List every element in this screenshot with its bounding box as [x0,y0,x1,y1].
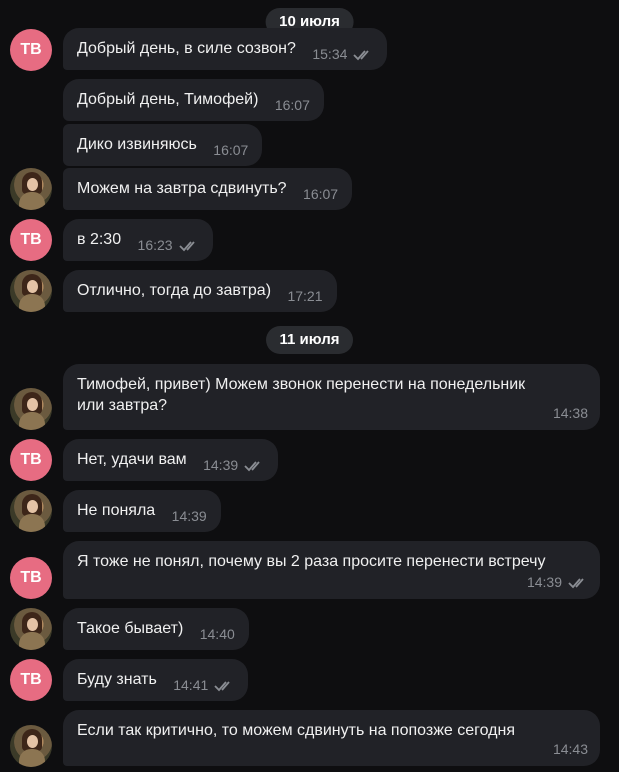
avatar-tb[interactable]: ТВ [10,439,52,481]
message-bubble[interactable]: Отлично, тогда до завтра) 17:21 [63,270,337,312]
message-text: Я тоже не понял, почему вы 2 раза просит… [77,553,546,570]
message-bubble[interactable]: Нет, удачи вам 14:39 [63,439,279,481]
message-bubble[interactable]: Добрый день, в силе созвон? 15:34 [63,28,388,70]
message-bubble[interactable]: Не поняла 14:39 [63,490,221,532]
message-bubble[interactable]: Буду знать 14:41 [63,659,249,701]
message-time: 14:43 [552,741,588,757]
message-time: 16:07 [274,97,310,113]
message-text: Добрый день, в силе созвон? [77,40,296,57]
message-time: 14:39 [203,457,239,473]
double-check-icon [214,681,230,692]
double-check-icon [353,50,370,61]
message-time: 17:21 [287,288,323,304]
message-time: 14:40 [199,626,235,642]
message-text: Такое бывает) [77,620,184,637]
message-text: Можем на завтра сдвинуть? [77,180,287,197]
message-text: Дико извиняюсь [77,136,197,153]
avatar-photo[interactable] [10,168,52,210]
message-time: 14:39 [171,508,207,524]
avatar-tb[interactable]: ТВ [10,557,52,599]
message-bubble[interactable]: Если так критично, то можем сдвинуть на … [63,710,600,766]
avatar-photo[interactable] [10,388,52,430]
message-text: Отлично, тогда до завтра) [77,282,272,299]
avatar-tb[interactable]: ТВ [10,659,52,701]
message-time: 16:07 [213,142,249,158]
message-text: Нет, удачи вам [77,451,187,468]
message-time: 14:38 [552,405,588,421]
message-bubble[interactable]: Добрый день, Тимофей) 16:07 [63,79,324,121]
date-separator: 11 июля [265,326,354,354]
message-time: 14:39 [526,574,562,590]
message-time: 16:07 [303,186,339,202]
message-bubble[interactable]: Тимофей, привет) Можем звонок перенести … [63,364,600,430]
message-text: Тимофей, привет) Можем звонок перенести … [77,376,526,414]
avatar-photo[interactable] [10,608,52,650]
avatar-photo[interactable] [10,490,52,532]
message-bubble[interactable]: Можем на завтра сдвинуть? 16:07 [63,168,353,210]
message-text: в 2:30 [77,231,122,248]
avatar-tb[interactable]: ТВ [10,29,52,71]
message-text: Не поняла [77,502,156,519]
message-time: 14:41 [173,677,209,693]
chat-history[interactable]: 10 июля ТВ Добрый день, в силе созвон? 1… [0,0,619,772]
avatar-tb[interactable]: ТВ [10,219,52,261]
message-time: 16:23 [137,237,173,253]
message-bubble[interactable]: в 2:30 16:23 [63,219,213,261]
double-check-icon [568,578,584,589]
message-time: 15:34 [312,46,348,62]
message-text: Буду знать [77,671,157,688]
message-bubble[interactable]: Я тоже не понял, почему вы 2 раза просит… [63,541,600,599]
message-text: Добрый день, Тимофей) [77,91,259,108]
message-bubble[interactable]: Дико извиняюсь 16:07 [63,124,263,166]
avatar-photo[interactable] [10,725,52,767]
double-check-icon [244,461,260,472]
message-text: Если так критично, то можем сдвинуть на … [77,722,516,739]
message-bubble[interactable]: Такое бывает) 14:40 [63,608,249,650]
avatar-photo[interactable] [10,270,52,312]
double-check-icon [178,241,195,252]
